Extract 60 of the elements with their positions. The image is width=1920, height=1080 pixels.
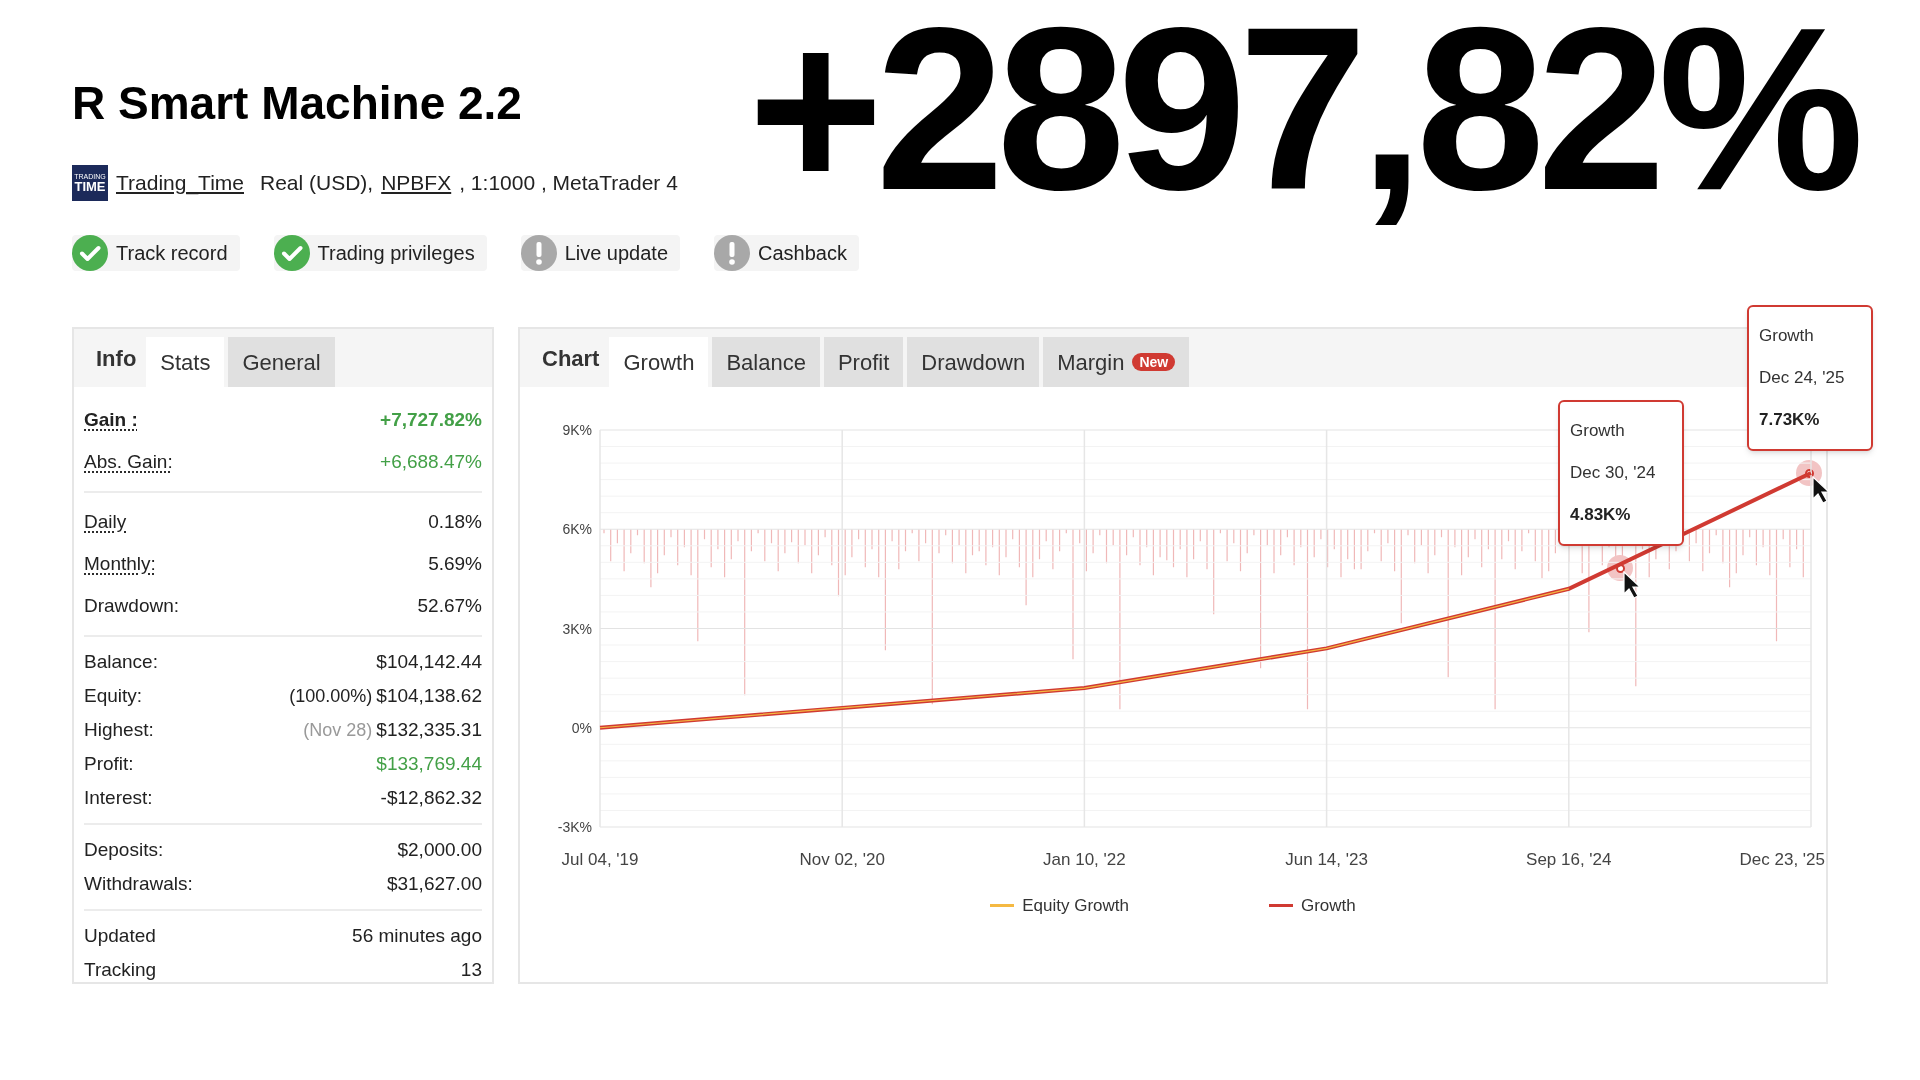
tooltip-value: 7.73K% xyxy=(1759,409,1821,432)
stat-value: $2,000.00 xyxy=(397,837,482,862)
legend-label: Growth xyxy=(1301,895,1356,917)
tooltip-date: Dec 30, '24 xyxy=(1570,462,1657,485)
stat-value: 0.18% xyxy=(428,509,482,534)
stat-label: Updated xyxy=(84,923,156,948)
tooltip-date: Dec 24, '25 xyxy=(1759,367,1846,390)
axis-label: -3K% xyxy=(557,819,592,835)
axis-label: Jun 14, '23 xyxy=(1285,850,1368,869)
axis-label: 3K% xyxy=(562,620,592,637)
stat-value: $31,627.00 xyxy=(386,871,482,896)
stat-label: Equity: xyxy=(84,683,143,708)
tooltip-series: Growth xyxy=(1759,325,1815,348)
stat-label: Daily xyxy=(84,509,127,534)
headline-figure: +2897,82% xyxy=(748,0,1858,240)
axis-label: 9K% xyxy=(562,422,592,438)
stat-label: Gain : xyxy=(84,407,138,432)
axis-label: Jul 04, '19 xyxy=(561,850,639,869)
badge-label: Trading privileges xyxy=(317,241,475,266)
stat-value: 56 minutes ago xyxy=(352,923,482,948)
stat-label: Profit: xyxy=(84,751,134,776)
stat-value: $133,769.44 xyxy=(376,751,482,776)
stat-value: 52.67% xyxy=(417,593,482,618)
legend-label: Equity Growth xyxy=(1022,895,1129,917)
panel-heading: Info xyxy=(95,344,138,373)
stat-label: Drawdown: xyxy=(84,593,180,618)
stat-value: -$12,862.32 xyxy=(380,785,482,810)
stat-label: Highest: xyxy=(84,717,154,742)
axis-label: Jan 10, '22 xyxy=(1043,850,1126,869)
axis-label: 0% xyxy=(571,719,592,736)
axis-label: Nov 02, '20 xyxy=(799,850,885,869)
page-title: R Smart Machine 2.2 xyxy=(72,80,522,126)
stat-label: Deposits: xyxy=(84,837,164,862)
account-type: Real (USD), xyxy=(260,170,374,197)
stat-value: +6,688.47% xyxy=(380,449,482,474)
stat-value: 5.69% xyxy=(428,551,482,576)
badge-label: Live update xyxy=(564,241,669,266)
stat-label: Interest: xyxy=(84,785,153,810)
tooltip-series: Growth xyxy=(1570,420,1626,443)
panel-heading: Chart xyxy=(541,344,601,373)
stat-value: $104,138.62 xyxy=(376,683,482,708)
stat-note: (Nov 28) xyxy=(303,718,373,742)
stat-value: $104,142.44 xyxy=(376,649,482,674)
axis-label: 6K% xyxy=(562,521,592,538)
stat-label: Balance: xyxy=(84,649,158,674)
stat-value: $132,335.31 xyxy=(376,717,482,742)
stat-value: +7,727.82% xyxy=(380,407,482,432)
badge-label: Track record xyxy=(116,241,228,266)
badge-label: Cashback xyxy=(758,241,847,266)
stat-note: (100.00%) xyxy=(289,684,373,708)
stat-label: Withdrawals: xyxy=(84,871,193,896)
tooltip-value: 4.83K% xyxy=(1570,504,1632,527)
account-details: , 1:1000 , MetaTrader 4 xyxy=(459,170,678,197)
new-badge: New xyxy=(1132,353,1176,371)
axis-label: Dec 23, '25 xyxy=(1739,850,1825,869)
stat-value: 13 xyxy=(460,957,482,982)
stat-label: Abs. Gain: xyxy=(84,449,173,474)
stat-label: Tracking xyxy=(84,957,157,982)
stat-label: Monthly: xyxy=(84,551,156,576)
axis-label: Sep 16, '24 xyxy=(1526,850,1612,869)
